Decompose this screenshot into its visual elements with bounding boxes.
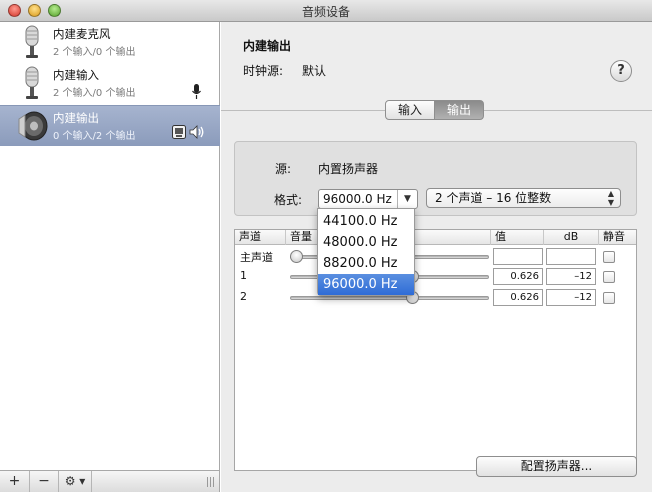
table-row: 1 0.626 –12 — [235, 266, 636, 287]
column-header-channel[interactable]: 声道 — [235, 230, 286, 245]
device-item-builtin-microphone[interactable]: 内建麦克风 2 个输入/0 个输出 — [0, 22, 220, 63]
device-io-count: 0 个输入/2 个输出 — [53, 131, 136, 142]
configure-speakers-button[interactable]: 配置扬声器... — [476, 456, 637, 477]
source-label: 源: — [275, 162, 292, 176]
db-field[interactable] — [546, 248, 596, 265]
speaker-icon — [18, 111, 48, 141]
device-io-count: 2 个输入/0 个输出 — [53, 88, 136, 99]
sample-rate-menu: 44100.0 Hz 48000.0 Hz 88200.0 Hz 96000.0… — [317, 208, 415, 296]
finder-system-output-icon — [172, 125, 186, 139]
resize-grip-icon[interactable] — [207, 477, 214, 487]
db-field[interactable]: –12 — [546, 289, 596, 306]
mute-checkbox[interactable] — [603, 292, 615, 304]
device-name: 内建麦克风 — [53, 27, 111, 41]
channel-name: 主声道 — [240, 251, 273, 264]
window-title: 音频设备 — [301, 5, 350, 19]
device-header: 内建输出 时钟源: 默认 ? — [221, 22, 652, 111]
channel-format-value: 2 个声道 – 16 位整数 — [435, 191, 552, 205]
up-down-arrows-icon: ▲ ▼ — [607, 189, 614, 207]
source-value: 内置扬声器 — [318, 162, 379, 176]
title-bar: 音频设备 — [0, 0, 652, 22]
device-item-builtin-output[interactable]: 内建输出 0 个输入/2 个输出 — [0, 105, 220, 146]
device-detail-panel: 内建输出 时钟源: 默认 ? 输入 输出 源: 内置扬声器 格式: 96000.… — [221, 22, 652, 492]
column-header-mute[interactable]: 静音 — [599, 230, 636, 245]
microphone-icon — [25, 25, 39, 58]
speaker-volume-icon — [189, 125, 204, 139]
channel-format-popup[interactable]: 2 个声道 – 16 位整数 ▲ ▼ — [426, 188, 621, 208]
channel-name: 1 — [240, 269, 247, 282]
device-name: 内建输入 — [53, 68, 99, 82]
chevron-down-icon: ▼ — [397, 190, 417, 208]
value-field[interactable]: 0.626 — [493, 289, 543, 306]
volume-slider-knob[interactable] — [290, 250, 303, 263]
default-input-microphone-icon — [192, 84, 201, 99]
menu-item-48000[interactable]: 48000.0 Hz — [318, 232, 414, 253]
menu-item-96000[interactable]: 96000.0 Hz — [318, 274, 414, 295]
device-io-count: 2 个输入/0 个输出 — [53, 47, 136, 58]
mute-checkbox[interactable] — [603, 271, 615, 283]
clock-source-label: 时钟源: — [243, 64, 284, 78]
device-title: 内建输出 — [243, 39, 292, 53]
tab-output[interactable]: 输出 — [434, 100, 484, 120]
device-item-builtin-input[interactable]: 内建输入 2 个输入/0 个输出 — [0, 63, 220, 104]
gear-menu-button[interactable]: ⚙ ▾ — [59, 471, 92, 492]
mute-checkbox[interactable] — [603, 251, 615, 263]
menu-item-88200[interactable]: 88200.0 Hz — [318, 253, 414, 274]
gear-icon: ⚙ ▾ — [64, 474, 86, 488]
value-field[interactable] — [493, 248, 543, 265]
microphone-icon — [25, 66, 39, 99]
format-label: 格式: — [274, 193, 303, 207]
help-button[interactable]: ? — [610, 60, 632, 82]
channel-name: 2 — [240, 290, 247, 303]
sample-rate-value: 96000.0 Hz — [323, 192, 392, 206]
device-name: 内建输出 — [53, 111, 99, 125]
clock-source-value: 默认 — [302, 64, 327, 78]
remove-device-button[interactable]: − — [30, 471, 59, 492]
column-header-db[interactable]: dB — [544, 230, 599, 245]
add-device-button[interactable]: + — [0, 471, 30, 492]
column-header-value[interactable]: 值 — [491, 230, 544, 245]
table-header: 声道 音量 值 dB 静音 — [235, 230, 636, 245]
table-row: 主声道 — [235, 246, 636, 267]
db-field[interactable]: –12 — [546, 268, 596, 285]
channel-volume-table: 声道 音量 值 dB 静音 主声道 1 0.626 –12 2 0.626 –1… — [234, 229, 637, 471]
device-toolbar: + − ⚙ ▾ — [0, 470, 220, 492]
volume-slider[interactable] — [290, 291, 489, 304]
value-field[interactable]: 0.626 — [493, 268, 543, 285]
table-row: 2 0.626 –12 — [235, 287, 636, 308]
sample-rate-popup[interactable]: 96000.0 Hz ▼ — [318, 189, 418, 209]
device-list: 内建麦克风 2 个输入/0 个输出 内建输入 2 个输入/0 个输出 内建输出 … — [0, 22, 220, 470]
menu-item-44100[interactable]: 44100.0 Hz — [318, 211, 414, 232]
tab-input[interactable]: 输入 — [385, 100, 435, 120]
